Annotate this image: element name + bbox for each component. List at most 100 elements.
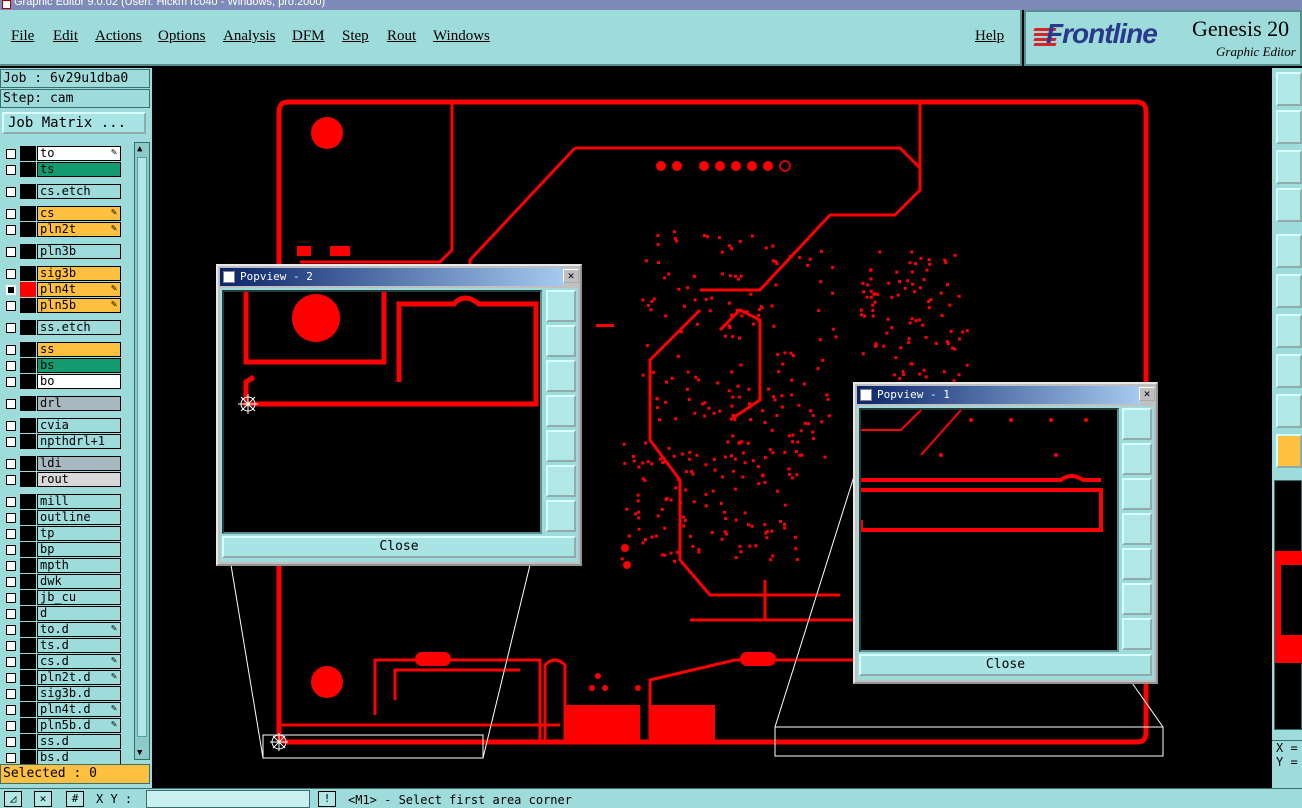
layer-color-swatch[interactable] — [20, 574, 36, 589]
layer-name[interactable]: bo — [37, 374, 121, 389]
layer-name[interactable]: to.d — [37, 622, 121, 637]
layer-color-swatch[interactable] — [20, 266, 36, 281]
layer-name[interactable]: jb_cu — [37, 590, 121, 605]
layer-color-swatch[interactable] — [20, 434, 36, 449]
popview-1-titlebar[interactable]: Popview - 1 — [857, 386, 1140, 404]
layer-color-swatch[interactable] — [20, 542, 36, 557]
pointer-tool[interactable] — [1276, 434, 1302, 468]
layer-name[interactable]: sig3b — [37, 266, 121, 281]
layer-name[interactable]: npthdrl+1 — [37, 434, 121, 449]
layer-name[interactable]: d — [37, 606, 121, 621]
layer-row[interactable]: pln5b.d ✎ — [2, 718, 121, 733]
layer-name[interactable]: ldi — [37, 456, 121, 471]
layer-checkbox[interactable] — [6, 497, 16, 507]
layer-checkbox[interactable] — [6, 323, 16, 333]
layer-checkbox[interactable] — [6, 285, 16, 295]
layer-checkbox[interactable] — [6, 625, 16, 635]
layer-color-swatch[interactable] — [20, 418, 36, 433]
layer-color-swatch[interactable] — [20, 526, 36, 541]
layer-name[interactable]: pln2t.d — [37, 670, 121, 685]
popview-pan-left-icon[interactable] — [1122, 513, 1152, 545]
layer-row[interactable]: pln4t ✎ — [2, 282, 121, 297]
menu-dfm[interactable]: DFM — [292, 28, 325, 45]
snap-icon[interactable]: ✕ — [34, 791, 52, 807]
layer-row[interactable]: bs — [2, 358, 121, 373]
layer-name[interactable]: bs — [37, 358, 121, 373]
popview-zoom-out-icon[interactable] — [1122, 618, 1152, 650]
layer-checkbox[interactable] — [6, 737, 16, 747]
layer-color-swatch[interactable] — [20, 320, 36, 335]
layer-row[interactable]: drl — [2, 396, 121, 411]
layer-color-swatch[interactable] — [20, 456, 36, 471]
layer-checkbox[interactable] — [6, 437, 16, 447]
layer-color-swatch[interactable] — [20, 750, 36, 765]
layer-name[interactable]: ss.etch — [37, 320, 121, 335]
layer-color-swatch[interactable] — [20, 702, 36, 717]
menu-options[interactable]: Options — [158, 28, 206, 45]
layer-color-swatch[interactable] — [20, 718, 36, 733]
layer-name[interactable]: cs.etch — [37, 184, 121, 199]
layer-name[interactable]: pln3b — [37, 244, 121, 259]
layer-checkbox[interactable] — [6, 475, 16, 485]
layer-name[interactable]: sig3b.d — [37, 686, 121, 701]
layer-color-swatch[interactable] — [20, 298, 36, 313]
layer-color-swatch[interactable] — [20, 510, 36, 525]
popview-zoom-out-icon[interactable] — [546, 500, 576, 532]
layer-name[interactable]: bp — [37, 542, 121, 557]
snap-tool[interactable] — [1276, 234, 1302, 268]
layer-checkbox[interactable] — [6, 269, 16, 279]
xy-input[interactable] — [146, 790, 310, 808]
layer-checkbox[interactable] — [6, 721, 16, 731]
layer-checkbox[interactable] — [6, 593, 16, 603]
layer-checkbox[interactable] — [6, 149, 16, 159]
layer-color-swatch[interactable] — [20, 606, 36, 621]
fit-view-tool[interactable] — [1276, 150, 1302, 184]
select-point-tool[interactable] — [1276, 354, 1302, 388]
layer-color-swatch[interactable] — [20, 590, 36, 605]
layer-row[interactable]: mpth — [2, 558, 121, 573]
info-icon[interactable]: ! — [318, 791, 336, 807]
layer-row[interactable]: cs.etch — [2, 184, 121, 199]
layer-color-swatch[interactable] — [20, 184, 36, 199]
layer-row[interactable]: sig3b — [2, 266, 121, 281]
popview-2-titlebar[interactable]: Popview - 2 — [220, 268, 564, 286]
layer-row[interactable]: to.d ✎ — [2, 622, 121, 637]
layer-row[interactable]: outline — [2, 510, 121, 525]
layer-checkbox[interactable] — [6, 673, 16, 683]
layer-row[interactable]: cs ✎ — [2, 206, 121, 221]
layer-row[interactable]: pln2t.d ✎ — [2, 670, 121, 685]
layer-color-swatch[interactable] — [20, 638, 36, 653]
popview-pan-left-icon[interactable] — [546, 395, 576, 427]
layer-row[interactable]: npthdrl+1 — [2, 434, 121, 449]
popview-pan-down-icon[interactable] — [1122, 478, 1152, 510]
layer-checkbox[interactable] — [6, 641, 16, 651]
scrollbar-thumb[interactable] — [137, 157, 147, 737]
layer-color-swatch[interactable] — [20, 222, 36, 237]
popview-pan-up-icon[interactable] — [1122, 443, 1152, 475]
layer-row[interactable]: pln5b ✎ — [2, 298, 121, 313]
layer-color-swatch[interactable] — [20, 162, 36, 177]
layer-row[interactable]: to ✎ — [2, 146, 121, 161]
layer-checkbox[interactable] — [6, 377, 16, 387]
layer-color-swatch[interactable] — [20, 654, 36, 669]
layer-checkbox[interactable] — [6, 421, 16, 431]
layer-checkbox[interactable] — [6, 529, 16, 539]
layer-row[interactable]: d — [2, 606, 121, 621]
layer-row[interactable]: dwk — [2, 574, 121, 589]
layer-color-swatch[interactable] — [20, 494, 36, 509]
layer-checkbox[interactable] — [6, 225, 16, 235]
popview-1-window[interactable]: Popview - 1 ✕ Close — [853, 382, 1158, 684]
popview-pan-down-icon[interactable] — [546, 360, 576, 392]
menu-file[interactable]: File — [11, 28, 34, 45]
layer-list-scrollbar[interactable]: ▲ ▼ — [134, 142, 150, 760]
layer-color-swatch[interactable] — [20, 472, 36, 487]
layer-color-swatch[interactable] — [20, 686, 36, 701]
layer-name[interactable]: pln4t — [37, 282, 121, 297]
popview-zoom-in-icon[interactable] — [546, 465, 576, 497]
angle-tool[interactable] — [1276, 314, 1302, 348]
layer-row[interactable]: ss — [2, 342, 121, 357]
layer-checkbox[interactable] — [6, 187, 16, 197]
popview-2-close-icon[interactable]: ✕ — [563, 269, 579, 283]
layer-name[interactable]: mpth — [37, 558, 121, 573]
layer-row[interactable]: pln3b — [2, 244, 121, 259]
